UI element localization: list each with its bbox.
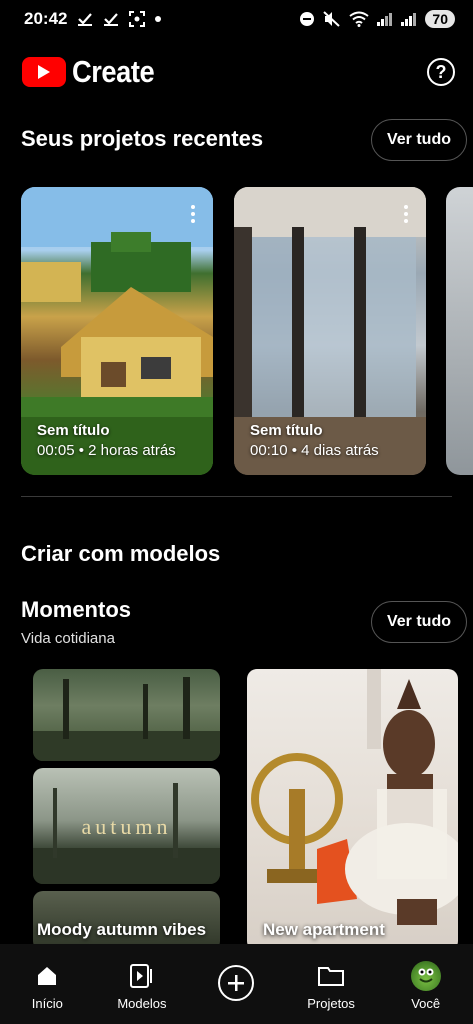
template-label: Moody autumn vibes: [37, 920, 207, 939]
nav-home-label: Início: [31, 995, 63, 1011]
nav-create[interactable]: [191, 961, 281, 1011]
project-meta-2: Sem título 00:10 • 4 dias atrás: [250, 422, 379, 459]
recent-project-card[interactable]: Sem título 00:05 • 2 horas atrás: [21, 187, 213, 475]
template-label-2: New apartment: [263, 920, 385, 939]
autumn-overlay-text: autumn: [81, 814, 172, 839]
templates-icon: [129, 962, 155, 990]
home-icon: [35, 962, 59, 990]
nav-you-label: Você: [411, 995, 441, 1011]
signal-icon: [377, 12, 393, 26]
nav-home[interactable]: Início: [2, 962, 92, 1011]
signal-icon-2: [401, 12, 417, 26]
nav-templates-label: Modelos: [117, 995, 167, 1011]
category-title: Momentos: [21, 597, 131, 622]
screenshot-icon: [129, 11, 146, 27]
autumn-frame-2: autumn: [33, 768, 220, 884]
project-duration-age-2: 00:10 • 4 dias atrás: [250, 442, 379, 459]
status-time: 20:42: [24, 9, 68, 28]
download-done-icon: [77, 12, 93, 26]
folder-icon: [317, 962, 345, 990]
more-options-icon[interactable]: [191, 205, 195, 223]
templates-title: Criar com modelos: [21, 541, 221, 566]
nav-you[interactable]: Você: [381, 960, 471, 1011]
recent-see-all-button[interactable]: Ver tudo: [370, 119, 467, 161]
help-icon: ?: [435, 61, 447, 82]
section-divider: [21, 496, 452, 497]
category-see-all-button[interactable]: Ver tudo: [370, 601, 467, 643]
help-button[interactable]: ?: [427, 58, 455, 86]
recent-projects-title: Seus projetos recentes: [21, 126, 264, 151]
app-logo: Create: [22, 54, 166, 90]
wifi-icon: [349, 11, 370, 27]
project-duration-age: 00:05 • 2 horas atrás: [37, 442, 176, 459]
template-card-apartment[interactable]: New apartment: [247, 669, 458, 951]
add-icon: [218, 961, 255, 1005]
project-title: Sem título: [37, 422, 110, 439]
recent-project-card-2[interactable]: Sem título 00:10 • 4 dias atrás: [234, 187, 426, 475]
app-header: Create ?: [22, 52, 455, 92]
youtube-play-icon: [22, 57, 66, 87]
project-meta: Sem título 00:05 • 2 horas atrás: [37, 422, 176, 459]
avatar: [410, 960, 441, 991]
app-name: Create: [72, 54, 155, 89]
nav-templates[interactable]: Modelos: [97, 962, 187, 1011]
recent-project-card-partial[interactable]: [446, 187, 473, 475]
autumn-frame-1: [33, 669, 220, 761]
do-not-disturb-icon: [299, 11, 315, 27]
project-title-2: Sem título: [250, 422, 323, 439]
nav-projects[interactable]: Projetos: [286, 962, 376, 1011]
download-done-icon-2: [103, 12, 119, 26]
bottom-navigation: Início Modelos Projetos Você: [0, 944, 473, 1024]
more-options-icon-2[interactable]: [404, 205, 408, 223]
mute-icon: [323, 11, 341, 27]
battery-indicator: 70: [425, 10, 455, 28]
notification-dot-icon: [155, 16, 162, 22]
status-bar: 20:42 70: [0, 0, 473, 38]
nav-projects-label: Projetos: [307, 995, 355, 1011]
category-subtitle: Vida cotidiana: [21, 630, 115, 647]
buddha-thumbnail: [251, 669, 458, 925]
